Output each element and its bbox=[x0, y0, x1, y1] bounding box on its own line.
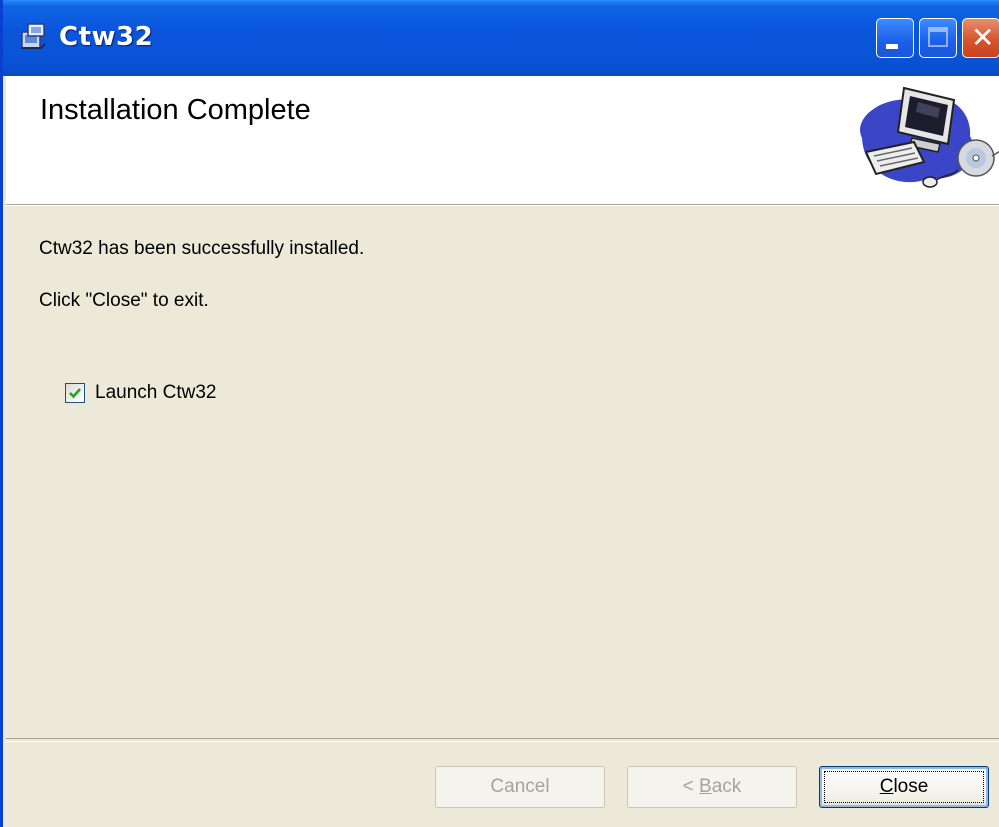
minimize-icon bbox=[886, 44, 898, 49]
maximize-icon bbox=[928, 27, 948, 47]
installer-app-icon bbox=[21, 23, 46, 49]
cancel-button[interactable]: Cancel bbox=[435, 766, 605, 808]
maximize-button[interactable] bbox=[919, 18, 957, 58]
back-button-rest: ack bbox=[711, 776, 742, 797]
window-title: Ctw32 bbox=[59, 22, 154, 52]
close-button[interactable]: Close bbox=[819, 766, 989, 808]
launch-checkbox-label[interactable]: Launch Ctw32 bbox=[95, 382, 216, 404]
minimize-button[interactable] bbox=[876, 18, 914, 58]
banner-divider bbox=[6, 205, 999, 206]
close-icon: ✕ bbox=[971, 21, 995, 54]
focus-ring bbox=[824, 771, 984, 803]
close-window-button[interactable]: ✕ bbox=[962, 18, 999, 58]
checkmark-icon bbox=[69, 388, 81, 399]
page-title: Installation Complete bbox=[40, 94, 311, 126]
success-message: Ctw32 has been successfully installed. bbox=[39, 238, 365, 259]
header-banner: Installation Complete bbox=[6, 76, 999, 205]
back-button-mnemonic: B bbox=[699, 776, 712, 797]
back-button[interactable]: < Back bbox=[627, 766, 797, 808]
installer-window: Ctw32 ✕ Installation Complete Ctw32 has … bbox=[0, 0, 999, 827]
launch-checkbox[interactable] bbox=[65, 383, 85, 403]
title-bar[interactable]: Ctw32 ✕ bbox=[3, 0, 999, 76]
close-instruction: Click "Close" to exit. bbox=[39, 290, 209, 311]
footer-divider bbox=[6, 738, 999, 742]
back-button-prefix: < bbox=[682, 776, 700, 797]
computer-with-cd-icon bbox=[860, 86, 999, 188]
